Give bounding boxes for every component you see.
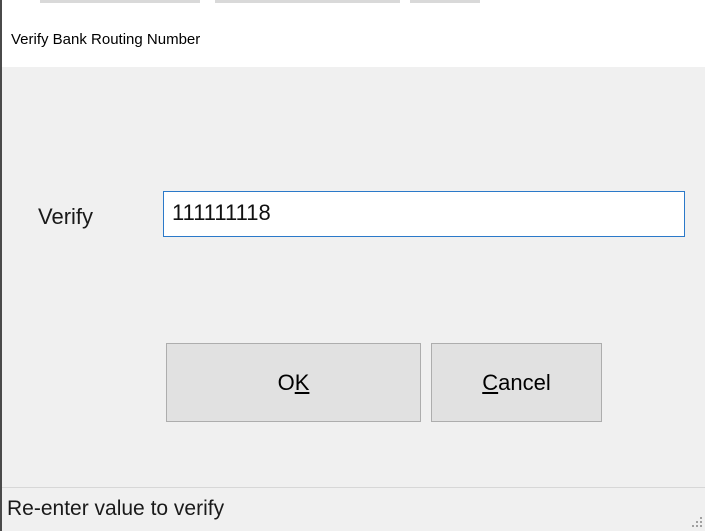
verify-dialog: Verify Bank Routing Number Verify OK Can… (0, 0, 705, 531)
verify-label: Verify (38, 204, 94, 229)
verify-input[interactable] (163, 191, 685, 237)
ok-label-text: O (277, 369, 295, 395)
resize-grip-icon[interactable] (689, 514, 703, 528)
background-text-fragment (215, 0, 400, 3)
background-text-fragment (410, 0, 480, 3)
status-text: Re-enter value to verify (7, 497, 225, 520)
dialog-title: Verify Bank Routing Number (11, 31, 201, 48)
cancel-label-text: ancel (498, 369, 551, 395)
cancel-button[interactable]: Cancel (431, 343, 602, 422)
ok-accelerator-key: K (294, 369, 310, 395)
cancel-accelerator-key: C (482, 369, 499, 395)
status-bar: Re-enter value to verify (2, 487, 705, 531)
title-bar[interactable]: Verify Bank Routing Number (2, 12, 705, 67)
ok-button[interactable]: OK (166, 343, 421, 422)
background-window-fragment (0, 0, 705, 12)
window-left-border (0, 0, 2, 531)
background-text-fragment (40, 0, 200, 3)
